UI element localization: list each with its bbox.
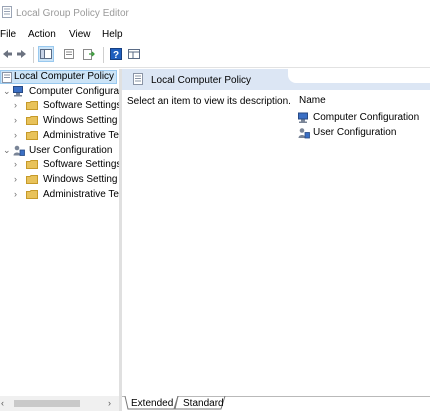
export-list-icon[interactable] bbox=[82, 47, 96, 61]
extended-view-icon[interactable] bbox=[127, 47, 141, 61]
policy-document-icon bbox=[2, 72, 12, 83]
scroll-left-arrow-icon[interactable]: ‹ bbox=[1, 398, 4, 408]
menu-file[interactable]: File bbox=[0, 29, 16, 40]
tree-item-label: Computer Configura bbox=[29, 86, 119, 97]
chevron-right-icon[interactable]: › bbox=[14, 100, 17, 110]
tree-item-label: Administrative Te bbox=[43, 130, 119, 141]
menu-action[interactable]: Action bbox=[28, 29, 56, 40]
window-title: Local Group Policy Editor bbox=[16, 8, 129, 19]
policy-editor-icon bbox=[2, 6, 12, 18]
scroll-thumb[interactable] bbox=[14, 400, 80, 407]
computer-icon bbox=[13, 86, 23, 97]
tree-item-label: Local Computer Policy bbox=[14, 71, 115, 82]
item-description: Select an item to view its description. bbox=[127, 96, 291, 107]
tree-pane: Local Computer Policy ⌄ Computer Configu… bbox=[0, 69, 119, 396]
show-hide-tree-icon[interactable] bbox=[38, 46, 54, 62]
tree-item-computer-configuration[interactable]: ⌄ Computer Configura bbox=[0, 85, 119, 99]
folder-icon bbox=[26, 160, 38, 169]
policy-document-icon bbox=[133, 73, 143, 85]
list-item-label: Computer Configuration bbox=[313, 112, 420, 123]
tree-item-label: Windows Setting bbox=[43, 115, 118, 126]
tab-standard[interactable]: Standard bbox=[183, 398, 224, 409]
computer-icon bbox=[298, 112, 308, 123]
list-item-label: User Configuration bbox=[313, 127, 397, 138]
menu-view[interactable]: View bbox=[69, 29, 91, 40]
toolbar-separator bbox=[103, 47, 104, 63]
tree-item-computer-software-settings[interactable]: › Software Settings bbox=[0, 99, 119, 113]
scroll-right-arrow-icon[interactable]: › bbox=[108, 398, 111, 408]
tree-item-label: Software Settings bbox=[43, 100, 119, 111]
toolbar-separator bbox=[33, 47, 34, 63]
chevron-right-icon[interactable]: › bbox=[14, 174, 17, 184]
tree-item-label: Administrative Te bbox=[43, 189, 119, 200]
title-bar: Local Group Policy Editor bbox=[0, 0, 430, 26]
view-tabs: Extended Standard bbox=[122, 396, 430, 412]
help-icon[interactable]: ? bbox=[109, 47, 123, 61]
chevron-right-icon[interactable]: › bbox=[14, 130, 17, 140]
tree-item-label: User Configuration bbox=[29, 145, 113, 156]
pane-splitter[interactable] bbox=[119, 69, 122, 411]
chevron-right-icon[interactable]: › bbox=[14, 115, 17, 125]
folder-icon bbox=[26, 131, 38, 140]
tree-item-local-computer-policy[interactable]: Local Computer Policy bbox=[0, 70, 117, 84]
menu-help[interactable]: Help bbox=[102, 29, 123, 40]
folder-icon bbox=[26, 101, 38, 110]
forward-arrow-icon[interactable] bbox=[15, 47, 29, 61]
chevron-right-icon[interactable]: › bbox=[14, 159, 17, 169]
details-header-title: Local Computer Policy bbox=[151, 75, 252, 86]
chevron-right-icon[interactable]: › bbox=[14, 189, 17, 199]
svg-text:?: ? bbox=[113, 50, 119, 61]
folder-icon bbox=[26, 190, 38, 199]
tree-item-user-software-settings[interactable]: › Software Settings bbox=[0, 158, 119, 172]
back-arrow-icon[interactable] bbox=[0, 47, 14, 61]
chevron-down-icon[interactable]: ⌄ bbox=[3, 86, 11, 97]
tree-item-label: Software Settings bbox=[43, 159, 119, 170]
tree-item-user-windows-settings[interactable]: › Windows Setting bbox=[0, 173, 119, 187]
menu-bar: File Action View Help bbox=[0, 26, 430, 43]
tree-item-computer-windows-settings[interactable]: › Windows Setting bbox=[0, 114, 119, 128]
user-icon bbox=[13, 145, 25, 156]
tree-horizontal-scrollbar[interactable]: ‹ › bbox=[0, 396, 119, 411]
tab-extended[interactable]: Extended bbox=[131, 398, 173, 409]
details-header-cutout bbox=[288, 69, 430, 83]
column-header-name[interactable]: Name bbox=[299, 95, 326, 106]
tree-item-user-configuration[interactable]: ⌄ User Configuration bbox=[0, 144, 119, 158]
tree-item-computer-administrative-templates[interactable]: › Administrative Te bbox=[0, 129, 119, 143]
tree-item-label: Windows Setting bbox=[43, 174, 118, 185]
folder-icon bbox=[26, 175, 38, 184]
properties-icon[interactable] bbox=[62, 47, 76, 61]
chevron-down-icon[interactable]: ⌄ bbox=[3, 145, 11, 156]
tree-item-user-administrative-templates[interactable]: › Administrative Te bbox=[0, 188, 119, 202]
toolbar: ? bbox=[0, 43, 430, 68]
user-icon bbox=[298, 128, 310, 139]
folder-icon bbox=[26, 116, 38, 125]
